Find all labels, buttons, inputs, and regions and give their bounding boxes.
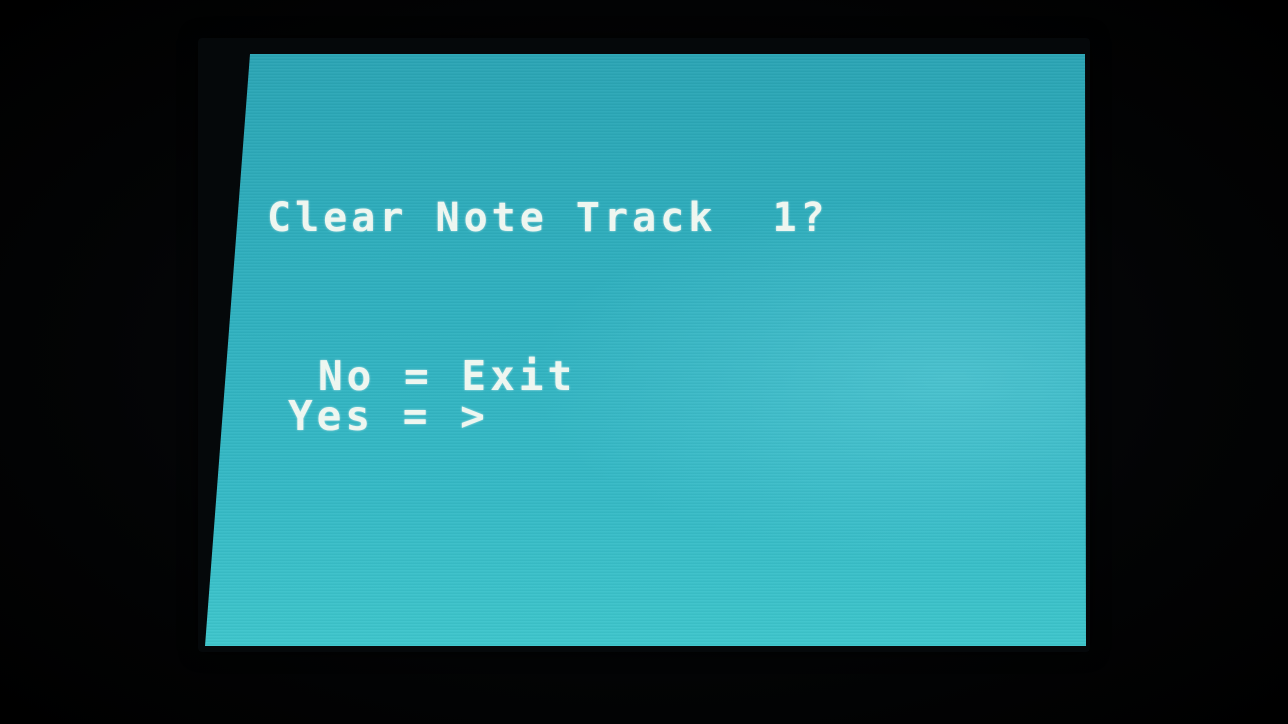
lcd-screen: Clear Note Track 1? No = Exit Yes = >: [205, 54, 1086, 646]
clear-track-prompt: Clear Note Track 1?: [267, 195, 829, 241]
option-yes-confirm[interactable]: Yes = >: [288, 394, 489, 438]
device-frame: Clear Note Track 1? No = Exit Yes = >: [0, 0, 1288, 724]
